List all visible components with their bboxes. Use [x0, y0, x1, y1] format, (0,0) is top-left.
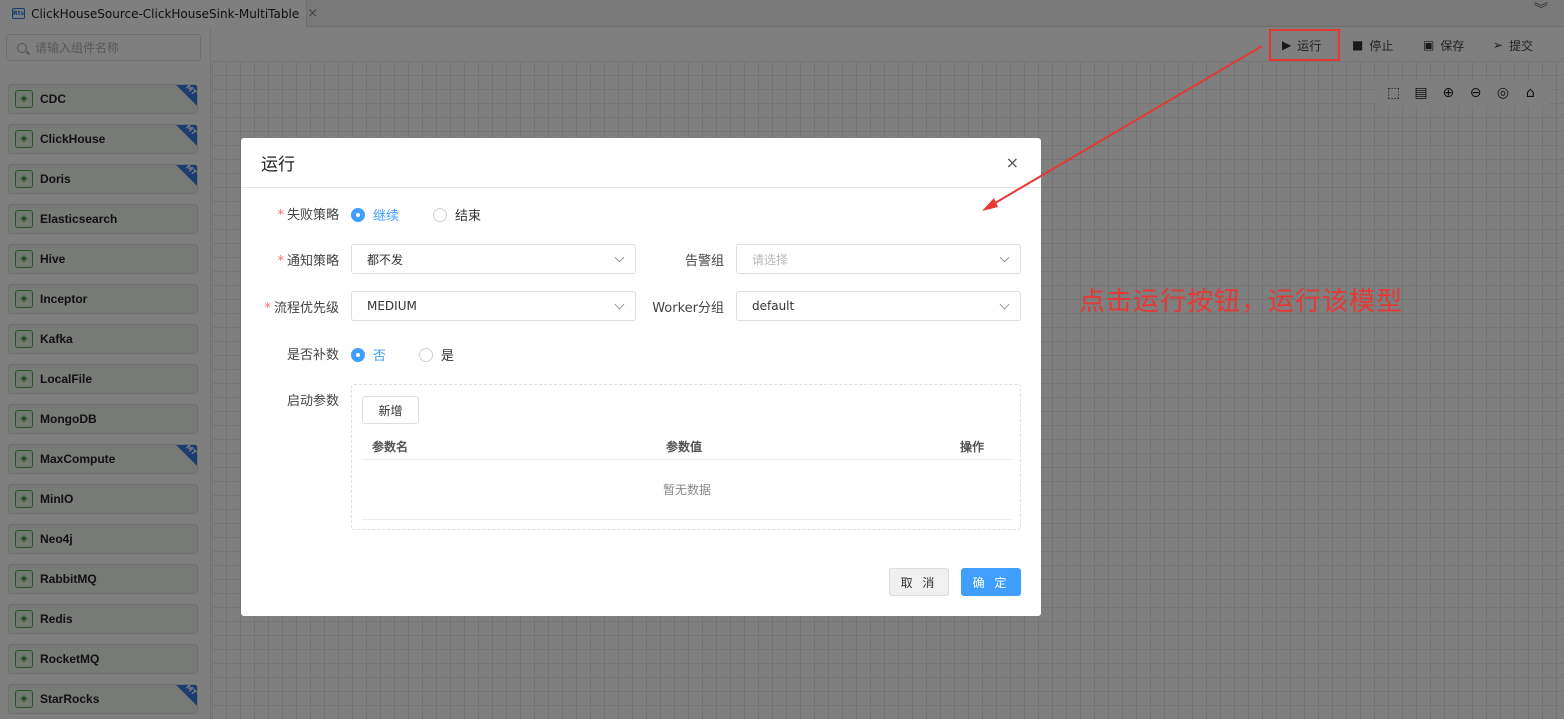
dialog-title: 运行 [261, 155, 295, 175]
close-icon[interactable]: × [1006, 153, 1019, 172]
radio-checked-icon [351, 207, 365, 222]
col-param-value: 参数值 [666, 440, 703, 454]
failure-strategy-label: * 失败策略 [277, 208, 339, 223]
start-params-panel: 新增 参数名 参数值 操作 暂无数据 [351, 384, 1021, 530]
params-empty-text: 暂无数据 [362, 460, 1012, 520]
cancel-button[interactable]: 取 消 [889, 568, 949, 596]
failure-strategy-row: * 失败策略 [241, 204, 339, 223]
radio-unchecked-icon [419, 347, 433, 362]
priority-select[interactable]: MEDIUM [351, 291, 636, 321]
radio-checked-icon [351, 347, 365, 362]
alert-group-label: 告警组 [684, 254, 724, 269]
chevron-down-icon [614, 299, 625, 310]
notify-strategy-row: * 通知策略 [241, 250, 339, 269]
start-params-label: 启动参数 [286, 394, 339, 409]
failure-continue-radio[interactable]: 继续 [351, 205, 399, 224]
params-table-header: 参数名 参数值 操作 [362, 431, 1012, 460]
notify-strategy-label: * 通知策略 [277, 254, 339, 269]
notify-strategy-select[interactable]: 都不发 [351, 244, 636, 274]
col-param-name: 参数名 [372, 440, 409, 454]
failure-end-radio[interactable]: 结束 [433, 205, 481, 224]
priority-row: * 流程优先级 [241, 297, 339, 316]
chevron-down-icon [999, 252, 1010, 263]
radio-unchecked-icon [433, 207, 447, 222]
dialog-header: 运行 [241, 138, 1041, 188]
col-actions: 操作 [960, 440, 985, 454]
backfill-label: 是否补数 [286, 348, 339, 363]
run-dialog: 运行 × * 失败策略 继续 结束 * 通知策略 都不发 告警组 请选择 * 流程优先… [241, 138, 1041, 616]
worker-group-label: Worker分组 [652, 301, 724, 316]
priority-label: * 流程优先级 [264, 301, 339, 316]
chevron-down-icon [614, 252, 625, 263]
annotation-text: 点击运行按钮，运行该模型 [1079, 287, 1404, 317]
add-param-button[interactable]: 新增 [362, 396, 419, 424]
run-button-highlight [1269, 29, 1340, 61]
worker-group-select[interactable]: default [736, 291, 1021, 321]
backfill-yes-radio[interactable]: 是 [419, 345, 454, 364]
alert-group-select[interactable]: 请选择 [736, 244, 1021, 274]
confirm-button[interactable]: 确 定 [961, 568, 1021, 596]
chevron-down-icon [999, 299, 1010, 310]
backfill-no-radio[interactable]: 否 [351, 345, 386, 364]
